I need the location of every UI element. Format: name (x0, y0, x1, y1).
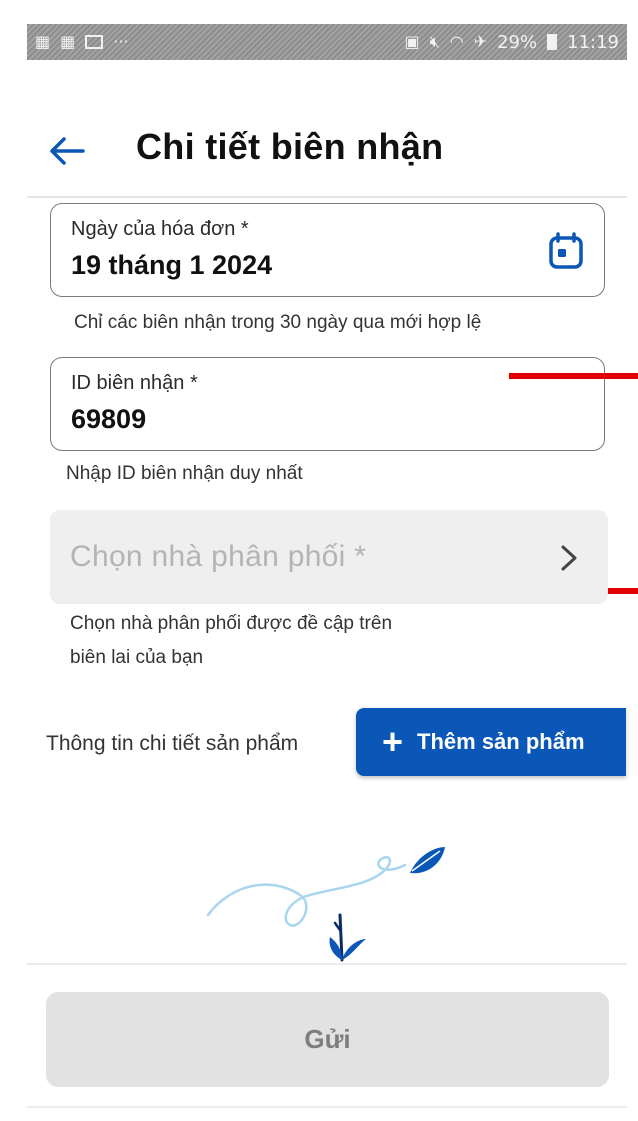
clock: 11:19 (567, 31, 619, 53)
receipt-id-label: ID biên nhận * (71, 372, 198, 394)
add-product-button[interactable]: + Thêm sản phẩm (356, 708, 626, 776)
product-details-label: Thông tin chi tiết sản phẩm (46, 732, 299, 755)
lock-icon: ▣ (404, 32, 420, 51)
invoice-date-helper: Chỉ các biên nhận trong 30 ngày qua mới … (74, 312, 482, 333)
receipt-id-helper: Nhập ID biên nhận duy nhất (66, 463, 303, 484)
footer-divider (27, 963, 627, 965)
distributor-helper-line1: Chọn nhà phân phối được đề cập trên (70, 613, 393, 634)
page-title: Chi tiết biên nhận (136, 126, 444, 167)
invoice-date-value: 19 tháng 1 2024 (71, 250, 273, 280)
annotation-red-line (509, 373, 638, 379)
app-screen: ▦ ▦ ··· ▣ 🔇︎ ◠ ✈ 29% 11:19 Chi tiết biên… (0, 0, 638, 1121)
submit-button[interactable]: Gửi (46, 992, 609, 1087)
empty-state-illustration (206, 847, 445, 962)
add-product-label: Thêm sản phẩm (417, 729, 585, 754)
receipt-id-field[interactable]: ID biên nhận * 69809 (50, 357, 605, 451)
chat-notification-icon: ▦ (35, 32, 51, 51)
plus-icon: + (382, 721, 404, 762)
arrow-left-icon (50, 137, 85, 165)
bottom-divider (27, 1106, 627, 1108)
more-notifications-indicator: ··· (113, 32, 129, 51)
mute-icon: 🔇︎ (429, 32, 440, 51)
status-bar: ▦ ▦ ··· ▣ 🔇︎ ◠ ✈ 29% 11:19 (27, 24, 627, 60)
invoice-date-label: Ngày của hóa đơn * (71, 218, 249, 240)
header-divider (27, 196, 627, 198)
battery-icon (547, 34, 558, 50)
receipt-id-value: 69809 (71, 404, 147, 434)
calendar-icon[interactable] (548, 232, 584, 270)
distributor-select[interactable]: Chọn nhà phân phối * (50, 510, 608, 604)
distributor-placeholder: Chọn nhà phân phối * (70, 540, 367, 573)
back-button[interactable] (42, 126, 92, 176)
airplane-icon: ✈ (473, 32, 488, 51)
distributor-helper-line2: biên lai của bạn (70, 647, 204, 668)
chevron-right-icon (561, 545, 577, 571)
app-header: Chi tiết biên nhận (0, 112, 638, 188)
battery-percent: 29% (497, 31, 538, 53)
wifi-icon: ◠ (449, 32, 464, 51)
invoice-date-field[interactable]: Ngày của hóa đơn * 19 tháng 1 2024 (50, 203, 605, 297)
chat-notification-icon-2: ▦ (60, 32, 76, 51)
image-notification-icon (85, 35, 104, 49)
